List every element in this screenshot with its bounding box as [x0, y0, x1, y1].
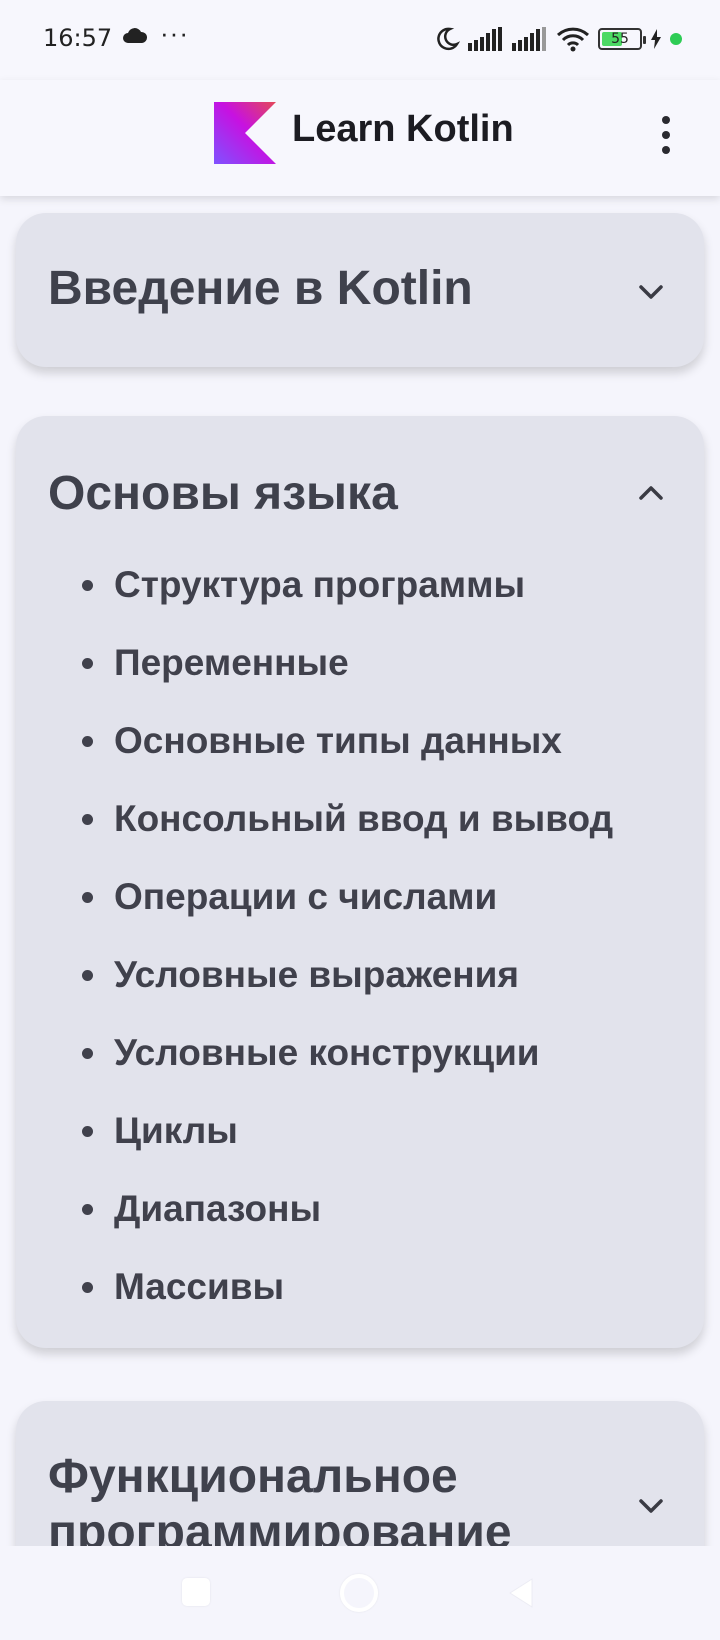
lesson-item[interactable]: Условные выражения: [81, 936, 613, 1014]
status-more-dots: ···: [160, 18, 189, 48]
chevron-up-icon[interactable]: [634, 476, 668, 510]
battery-icon: 55: [598, 28, 646, 50]
signal-icon: [512, 27, 546, 51]
section-title: Основы языка: [48, 467, 398, 520]
lesson-item[interactable]: Структура программы: [81, 546, 613, 624]
back-icon[interactable]: [506, 1576, 536, 1610]
section-card-basics[interactable]: Основы языка Структура программы Перемен…: [16, 416, 704, 1348]
recents-icon[interactable]: [182, 1578, 210, 1606]
status-icons: 55: [434, 24, 682, 54]
moon-icon: [437, 27, 460, 51]
section-card-intro[interactable]: Введение в Kotlin: [16, 213, 704, 367]
section-card-functional[interactable]: Функциональное программирование: [16, 1401, 704, 1546]
sections-list: Введение в Kotlin Основы языка Структура…: [0, 196, 720, 1546]
chevron-down-icon[interactable]: [634, 275, 668, 309]
lesson-item[interactable]: Массивы: [81, 1248, 613, 1326]
status-bar: 16:57 ··· 55: [0, 0, 720, 80]
lesson-item[interactable]: Диапазоны: [81, 1170, 613, 1248]
app-bar: Learn Kotlin: [0, 80, 720, 196]
section-title: Введение в Kotlin: [48, 262, 473, 315]
battery-tip: [643, 36, 646, 44]
chevron-down-icon[interactable]: [634, 1489, 668, 1523]
lesson-item[interactable]: Основные типы данных: [81, 702, 613, 780]
lesson-list: Структура программы Переменные Основные …: [81, 546, 613, 1326]
section-title-line1: Функциональное: [48, 1450, 458, 1503]
system-nav-bar: [0, 1546, 720, 1640]
lesson-item[interactable]: Операции с числами: [81, 858, 613, 936]
wifi-icon: [556, 27, 590, 52]
lesson-item[interactable]: Переменные: [81, 624, 613, 702]
section-title-line2: программирование: [48, 1506, 512, 1546]
status-time: 16:57: [43, 24, 113, 52]
lesson-item[interactable]: Консольный ввод и вывод: [81, 780, 613, 858]
privacy-indicator-dot: [670, 33, 682, 45]
charging-icon: [651, 29, 661, 49]
battery-percent: 55: [611, 31, 629, 47]
app-title: Learn Kotlin: [292, 108, 514, 150]
more-vert-icon[interactable]: [642, 104, 690, 166]
signal-icon: [468, 27, 502, 51]
lesson-item[interactable]: Циклы: [81, 1092, 613, 1170]
lesson-item[interactable]: Условные конструкции: [81, 1014, 613, 1092]
home-icon[interactable]: [340, 1574, 378, 1612]
cloud-icon: [123, 28, 148, 43]
kotlin-logo: [214, 102, 276, 164]
